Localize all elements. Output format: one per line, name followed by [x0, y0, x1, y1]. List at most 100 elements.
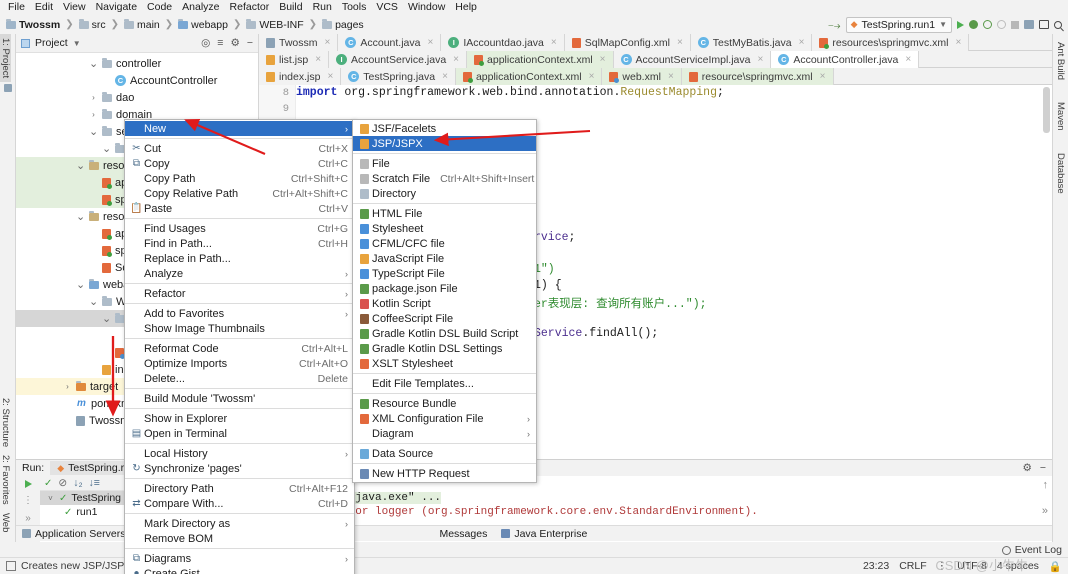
menu-item-edit[interactable]: Edit [30, 0, 58, 15]
console-scroll-up-icon[interactable]: ↑ [1043, 478, 1049, 492]
tool-tab-maven[interactable]: Maven [1055, 98, 1066, 135]
breadcrumb-item-pages[interactable]: pages [320, 18, 366, 31]
build-hammer-icon[interactable]: ⤍ [828, 19, 840, 31]
close-icon[interactable]: × [956, 37, 962, 48]
close-icon[interactable]: × [325, 37, 331, 48]
context-menu-item[interactable]: Remove BOM [125, 531, 354, 546]
editor-tab[interactable]: C TestMyBatis.java × [690, 34, 813, 51]
rerun-icon[interactable] [24, 480, 32, 488]
editor-tab[interactable]: web.xml × [602, 68, 682, 85]
context-menu-item[interactable]: ⇄ Compare With... Ctrl+D [125, 496, 354, 511]
editor-tab[interactable]: Twossm × [259, 34, 339, 51]
new-submenu[interactable]: JSF/Facelets JSP/JSPX File Scratch File Ctrl… [352, 119, 537, 483]
new-submenu-item[interactable]: HTML File [353, 206, 536, 221]
new-submenu-item[interactable]: CFML/CFC file [353, 236, 536, 251]
new-submenu-item[interactable]: Data Source [353, 446, 536, 461]
close-icon[interactable]: × [600, 54, 606, 65]
new-submenu-item[interactable]: Diagram › [353, 426, 536, 441]
editor-tab[interactable]: C TestSpring.java × [341, 68, 456, 85]
new-submenu-item[interactable]: JSF/Facelets [353, 121, 536, 136]
chevron-down-icon[interactable]: ⌄ [76, 211, 85, 222]
context-menu-item[interactable]: Refactor › [125, 286, 354, 301]
context-menu-item[interactable]: ● Create Gist... [125, 566, 354, 574]
editor-tab[interactable]: list.jsp × [259, 51, 330, 68]
context-menu-item[interactable]: Local History › [125, 446, 354, 461]
new-submenu-item[interactable]: Kotlin Script [353, 296, 536, 311]
chevron-down-icon[interactable]: ⌄ [89, 296, 98, 307]
menu-item-tools[interactable]: Tools [337, 0, 372, 15]
chevron-down-icon[interactable]: ⌄ [76, 279, 85, 290]
context-menu-item[interactable]: Copy Path Ctrl+Shift+C [125, 171, 354, 186]
editor-tab[interactable]: SqlMapConfig.xml × [564, 34, 691, 51]
new-submenu-item[interactable]: JavaScript File [353, 251, 536, 266]
context-menu-item[interactable]: Copy Relative Path Ctrl+Alt+Shift+C [125, 186, 354, 201]
toggle-icon[interactable]: ⋮ [23, 495, 33, 506]
editor-tab[interactable]: I IAccountdao.java × [441, 34, 565, 51]
search-icon[interactable] [1054, 20, 1062, 29]
context-menu-item[interactable]: New › [125, 121, 354, 136]
new-submenu-item[interactable]: package.json File [353, 281, 536, 296]
gear-icon[interactable]: ⚙ [1022, 462, 1031, 474]
close-icon[interactable]: × [905, 54, 911, 65]
lock-icon[interactable]: 🔒 [1049, 560, 1062, 573]
menu-item-file[interactable]: File [3, 0, 30, 15]
close-icon[interactable]: × [757, 54, 763, 65]
show-passed-icon[interactable]: ✓ [44, 478, 52, 489]
tab-application-servers[interactable]: Application Servers [22, 528, 125, 540]
menu-item-navigate[interactable]: Navigate [91, 0, 142, 15]
close-icon[interactable]: × [427, 37, 433, 48]
context-menu-item[interactable]: ⧉ Diagrams › [125, 551, 354, 566]
collapse-all-icon[interactable]: ≡ [217, 37, 223, 49]
tool-tab-ant-build[interactable]: Ant Build [1055, 38, 1066, 84]
context-menu-item[interactable]: Replace in Path... [125, 251, 354, 266]
editor-tab[interactable]: applicationContext.xml × [455, 68, 603, 85]
new-submenu-item[interactable]: Directory [353, 186, 536, 201]
chevron-down-icon[interactable]: ⌄ [89, 126, 98, 137]
close-icon[interactable]: × [315, 54, 321, 65]
menu-item-refactor[interactable]: Refactor [225, 0, 275, 15]
tool-tab-favorites[interactable]: 2: Favorites [0, 451, 11, 509]
close-icon[interactable]: × [442, 71, 448, 82]
context-menu-item[interactable]: ⧉ Copy Ctrl+C [125, 156, 354, 171]
breadcrumb-item-webinf[interactable]: WEB-INF [244, 18, 305, 31]
new-submenu-item[interactable]: New HTTP Request [353, 466, 536, 481]
chevron-right-icon[interactable]: › [89, 93, 98, 102]
menu-item-help[interactable]: Help [450, 0, 482, 15]
breadcrumb-item-webapp[interactable]: webapp [176, 18, 230, 31]
close-icon[interactable]: × [799, 37, 805, 48]
chevron-down-icon[interactable]: ⌄ [89, 58, 98, 69]
sort-alpha-icon[interactable]: ↓₂ [73, 477, 82, 489]
context-menu-item[interactable]: Reformat Code Ctrl+Alt+L [125, 341, 354, 356]
chevron-down-icon[interactable]: ⌄ [76, 160, 85, 171]
project-tree-row[interactable]: ›CAccountController [16, 72, 258, 89]
chevron-down-icon[interactable]: ⌄ [102, 143, 111, 154]
close-icon[interactable]: × [551, 37, 557, 48]
run-coverage-icon[interactable] [983, 20, 992, 29]
locate-icon[interactable]: ◎ [201, 37, 210, 49]
close-icon[interactable]: × [668, 71, 674, 82]
new-submenu-item[interactable]: JSP/JSPX [353, 136, 536, 151]
context-menu-item[interactable]: 📋 Paste Ctrl+V [125, 201, 354, 216]
editor-scrollbar[interactable] [1043, 87, 1050, 133]
close-icon[interactable]: × [677, 37, 683, 48]
context-menu-item[interactable]: ✂ Cut Ctrl+X [125, 141, 354, 156]
new-submenu-item[interactable]: Gradle Kotlin DSL Settings [353, 341, 536, 356]
context-menu-item[interactable]: Build Module 'Twossm' [125, 391, 354, 406]
context-menu-item[interactable]: Delete... Delete [125, 371, 354, 386]
menu-item-window[interactable]: Window [403, 0, 450, 15]
editor-tab[interactable]: I AccountService.java × [329, 51, 468, 68]
tab-messages[interactable]: Messages [439, 528, 487, 540]
new-submenu-item[interactable]: XML Configuration File › [353, 411, 536, 426]
context-menu-item[interactable]: Show Image Thumbnails [125, 321, 354, 336]
new-submenu-item[interactable]: Stylesheet [353, 221, 536, 236]
context-menu-item[interactable]: ↻ Synchronize 'pages' [125, 461, 354, 476]
breadcrumb-item-main[interactable]: main [122, 18, 162, 31]
caret-position[interactable]: 23:23 [863, 560, 889, 572]
editor-tab[interactable]: applicationContext.xml × [467, 51, 614, 68]
hide-icon[interactable]: − [247, 37, 253, 49]
chevron-down-icon[interactable]: ˅ [46, 494, 55, 503]
tool-tab-database[interactable]: Database [1055, 149, 1066, 198]
chevron-right-icon[interactable]: › [63, 382, 72, 391]
close-icon[interactable]: × [453, 54, 459, 65]
debug-icon[interactable] [969, 20, 978, 29]
